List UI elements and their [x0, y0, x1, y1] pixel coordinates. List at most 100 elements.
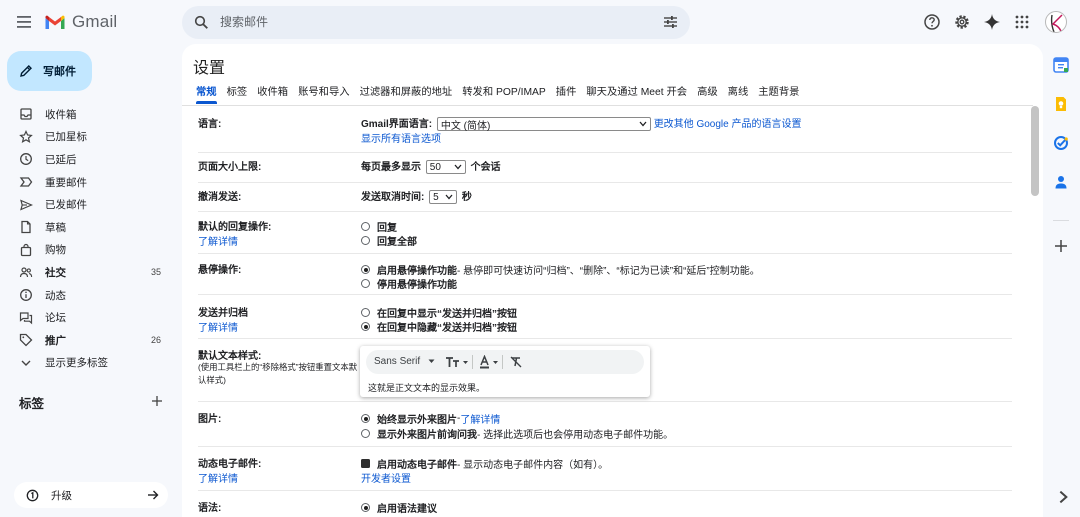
- language-select-value: 中文 (简体): [440, 120, 491, 132]
- gmail-logo[interactable]: Gmail: [44, 12, 117, 32]
- show-send-archive-option[interactable]: 在回复中显示“发送并归档”按钮: [361, 305, 517, 320]
- search-bar: [182, 6, 690, 39]
- gear-icon[interactable]: [953, 13, 971, 31]
- option-label: 启用悬停操作功能: [377, 266, 457, 277]
- sidebar-item-label: 收件箱: [45, 108, 77, 121]
- ask-before-images-option[interactable]: 显示外来图片前询问我 - 选择此选项后也会停用动态电子邮件功能。: [361, 426, 673, 441]
- radio-button[interactable]: [361, 429, 370, 438]
- setting-label: 页面大小上限:: [198, 162, 262, 173]
- checkbox-checked[interactable]: [361, 459, 370, 468]
- setting-value: 每页最多显示 50 个会话: [361, 158, 501, 175]
- undo-send-select[interactable]: 5: [429, 190, 458, 205]
- tab-offline[interactable]: 离线: [728, 86, 749, 104]
- google-contacts-icon[interactable]: [1053, 174, 1069, 190]
- tab-inbox[interactable]: 收件箱: [257, 86, 288, 104]
- tab-forwarding-pop-imap[interactable]: 转发和 POP/IMAP: [462, 86, 546, 104]
- show-all-languages-link[interactable]: 显示所有语言选项: [361, 130, 441, 145]
- tab-themes[interactable]: 主题背景: [758, 86, 799, 104]
- gmail-logo-text: Gmail: [72, 12, 118, 31]
- tab-chat-meet[interactable]: 聊天及通过 Meet 开会: [586, 86, 687, 104]
- account-avatar[interactable]: [1045, 11, 1067, 33]
- page-title: 设置: [193, 60, 226, 77]
- sidebar-item-social[interactable]: 社交 35: [0, 261, 176, 284]
- setting-dynamic-email: 动态电子邮件: 了解详情 启用动态电子邮件 - 显示动态电子邮件内容（如有）。 …: [198, 455, 1012, 491]
- radio-button-selected[interactable]: [361, 503, 370, 512]
- compose-button[interactable]: 写邮件: [7, 51, 92, 91]
- sidebar-item-purchases[interactable]: 购物: [0, 239, 176, 262]
- setting-label: 图片:: [198, 414, 222, 425]
- sidebar-item-forums[interactable]: 论坛: [0, 306, 176, 329]
- reply-option[interactable]: 回复: [361, 219, 397, 234]
- setting-label: 默认文本样式:: [198, 351, 262, 362]
- sidebar-item-sent[interactable]: 已发邮件: [0, 193, 176, 216]
- hover-enable-option[interactable]: 启用悬停操作功能 - 悬停即可快速访问“归档”、“删除”、“标记为已读”和“延后…: [361, 262, 760, 277]
- plus-icon[interactable]: [1053, 238, 1069, 254]
- scrollbar-thumb[interactable]: [1031, 106, 1039, 196]
- sidebar-item-important[interactable]: 重要邮件: [0, 171, 176, 194]
- google-calendar-icon[interactable]: [1053, 57, 1069, 73]
- option-label: 停用悬停操作功能: [377, 280, 457, 291]
- tab-accounts-import[interactable]: 账号和导入: [298, 86, 349, 104]
- apps-grid-icon[interactable]: [1013, 13, 1031, 31]
- sidebar-item-drafts[interactable]: 草稿: [0, 216, 176, 239]
- hover-disable-option[interactable]: 停用悬停操作功能: [361, 276, 457, 291]
- enable-dynamic-email-option[interactable]: 启用动态电子邮件 - 显示动态电子邮件内容（如有）。: [361, 456, 608, 471]
- learn-more-link[interactable]: 了解详情: [460, 411, 500, 426]
- reply-all-option[interactable]: 回复全部: [361, 233, 417, 248]
- learn-more-link[interactable]: 了解详情: [198, 319, 238, 334]
- google-keep-icon[interactable]: [1053, 96, 1069, 112]
- search-options-icon[interactable]: [663, 15, 678, 29]
- radio-button[interactable]: [361, 279, 370, 288]
- sidebar-item-inbox[interactable]: 收件箱: [0, 103, 176, 126]
- setting-send-and-archive: 发送并归档 了解详情 在回复中显示“发送并归档”按钮 在回复中隐藏“发送并归档”…: [198, 304, 1012, 339]
- radio-button[interactable]: [361, 222, 370, 231]
- radio-button-selected[interactable]: [361, 265, 370, 274]
- language-select[interactable]: 中文 (简体): [436, 117, 651, 132]
- sidebar-item-label: 重要邮件: [45, 176, 87, 189]
- sidebar-item-more-labels[interactable]: 显示更多标签: [0, 352, 176, 375]
- tab-labels[interactable]: 标签: [227, 86, 248, 104]
- tab-general[interactable]: 常规: [196, 86, 217, 104]
- hide-send-archive-option[interactable]: 在回复中隐藏“发送并归档”按钮: [361, 319, 517, 334]
- radio-button[interactable]: [361, 236, 370, 245]
- setting-note: (使用工具栏上的“移除格式”按钮重置文本默认样式): [198, 362, 358, 385]
- sidebar-item-starred[interactable]: 已加星标: [0, 126, 176, 149]
- learn-more-link[interactable]: 了解详情: [198, 233, 238, 248]
- upgrade-button[interactable]: 升级: [14, 482, 168, 508]
- remove-formatting-icon[interactable]: [509, 355, 523, 369]
- search-input[interactable]: [220, 12, 640, 32]
- tab-advanced[interactable]: 高级: [697, 86, 718, 104]
- font-family-dropdown[interactable]: Sans Serif: [374, 356, 435, 367]
- gemini-sparkle-icon[interactable]: [983, 13, 1001, 31]
- radio-button-selected[interactable]: [361, 414, 370, 423]
- radio-button[interactable]: [361, 308, 370, 317]
- page-size-suffix: 个会话: [470, 162, 501, 173]
- enable-grammar-option[interactable]: 启用语法建议: [361, 500, 437, 515]
- option-label: 在回复中隐藏“发送并归档”按钮: [377, 323, 517, 334]
- sidebar-item-promotions[interactable]: 推广 26: [0, 329, 176, 352]
- page-size-select[interactable]: 50: [425, 160, 466, 175]
- always-show-images-option[interactable]: 始终显示外来图片 - 了解详情: [361, 411, 500, 426]
- search-icon[interactable]: [194, 15, 209, 30]
- plus-icon[interactable]: [150, 394, 164, 408]
- send-icon: [20, 199, 33, 211]
- sidebar-item-updates[interactable]: 动态: [0, 284, 176, 307]
- main-menu-icon[interactable]: [14, 12, 36, 32]
- tab-filters[interactable]: 过滤器和屏蔽的地址: [360, 86, 453, 104]
- sidebar-item-snoozed[interactable]: 已延后: [0, 148, 176, 171]
- option-label: 始终显示外来图片: [377, 415, 457, 426]
- learn-more-link[interactable]: 了解详情: [198, 470, 238, 485]
- page-size-select-value: 50: [429, 161, 441, 173]
- developer-settings-link[interactable]: 开发者设置: [361, 470, 411, 485]
- chevron-down-icon: [639, 121, 647, 127]
- google-tasks-icon[interactable]: [1053, 135, 1069, 151]
- undo-send-prefix: 发送取消时间:: [361, 192, 425, 203]
- chevron-right-icon[interactable]: [1055, 489, 1071, 505]
- other-products-language-link[interactable]: 更改其他 Google 产品的语言设置: [654, 119, 802, 130]
- tab-addons[interactable]: 插件: [556, 86, 577, 104]
- help-icon[interactable]: [923, 13, 941, 31]
- text-size-icon[interactable]: [444, 355, 472, 369]
- sidebar-item-label: 显示更多标签: [45, 357, 108, 370]
- sidebar-item-label: 推广: [45, 334, 66, 347]
- radio-button-selected[interactable]: [361, 322, 370, 331]
